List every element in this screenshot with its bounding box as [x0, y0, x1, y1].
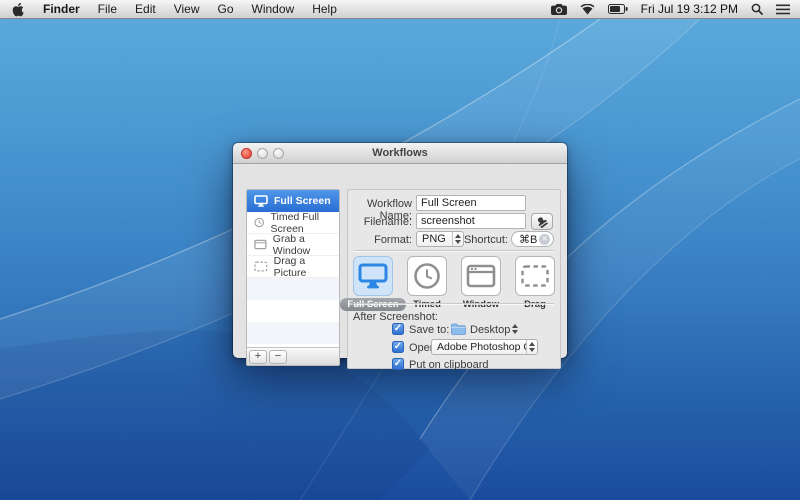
menu-edit[interactable]: Edit — [126, 0, 165, 18]
workflow-list-empty-rows — [247, 278, 339, 347]
mode-label: Full Screen — [340, 298, 405, 311]
window-title-bar[interactable]: Workflows — [233, 143, 567, 164]
wifi-menu-icon[interactable] — [580, 4, 595, 15]
section-divider — [354, 250, 554, 251]
stamp-icon — [536, 216, 548, 228]
open-in-popup[interactable]: Adobe Photoshop CS5 — [431, 339, 538, 355]
sidebar-item-label: Grab a Window — [273, 233, 339, 257]
sidebar-item-drag-a-picture[interactable]: Drag a Picture — [247, 256, 339, 278]
menu-finder[interactable]: Finder — [34, 0, 89, 18]
apple-menu[interactable] — [0, 0, 34, 18]
display-icon — [254, 195, 268, 207]
popup-stepper-icon — [526, 340, 537, 354]
save-to-stepper-icon[interactable] — [512, 324, 518, 334]
mode-label: Timed — [413, 299, 441, 310]
folder-icon — [451, 323, 466, 335]
sidebar-item-label: Drag a Picture — [274, 255, 339, 279]
mode-label: Window — [463, 299, 499, 310]
clipboard-label: Put on clipboard — [409, 359, 489, 371]
camera-menu-icon[interactable] — [551, 4, 567, 15]
menu-window[interactable]: Window — [243, 0, 304, 18]
shortcut-value: ⌘B — [519, 233, 537, 246]
format-value: PNG — [417, 233, 452, 245]
shortcut-label: Shortcut: — [462, 234, 508, 246]
menu-bar-clock[interactable]: Fri Jul 19 3:12 PM — [641, 2, 738, 16]
section-divider — [354, 303, 554, 304]
window-icon — [254, 239, 267, 250]
menu-help[interactable]: Help — [303, 0, 346, 18]
sidebar-item-timed-full-screen[interactable]: Timed Full Screen — [247, 212, 339, 234]
filename-label: Filename: — [348, 216, 412, 228]
format-label: Format: — [348, 234, 412, 246]
menu-view[interactable]: View — [165, 0, 209, 18]
save-to-value[interactable]: Desktop — [470, 324, 510, 336]
clock-icon — [413, 262, 441, 290]
save-to-label: Save to: — [409, 324, 449, 336]
open-in-value: Adobe Photoshop CS5 — [432, 341, 526, 353]
workflow-list: Full Screen Timed Full Screen Grab a Win… — [246, 189, 340, 366]
workflow-detail-panel: Workflow Name: Filename: Format: PNG Sho… — [347, 189, 561, 369]
spotlight-search-icon[interactable] — [751, 3, 763, 15]
notification-center-icon[interactable] — [776, 4, 790, 15]
sidebar-item-grab-a-window[interactable]: Grab a Window — [247, 234, 339, 256]
battery-menu-icon[interactable] — [608, 4, 628, 14]
shortcut-field[interactable]: ⌘B ✕ — [511, 231, 554, 247]
window-icon — [466, 264, 496, 288]
open-in-checkbox[interactable]: ✓ — [392, 341, 404, 353]
remove-workflow-button[interactable]: − — [269, 350, 287, 364]
apple-logo-icon — [11, 2, 24, 17]
filename-input[interactable] — [416, 213, 526, 229]
workflow-list-toolbar: + − — [247, 347, 339, 365]
window-title: Workflows — [233, 143, 567, 163]
save-to-checkbox[interactable]: ✓ — [392, 323, 404, 335]
clear-shortcut-icon[interactable]: ✕ — [539, 234, 550, 245]
menu-go[interactable]: Go — [209, 0, 243, 18]
menu-file[interactable]: File — [89, 0, 126, 18]
format-popup[interactable]: PNG — [416, 231, 464, 247]
menu-bar: Finder File Edit View Go Window Help — [0, 0, 800, 19]
mode-label: Drag — [524, 299, 546, 310]
window-content: Full Screen Timed Full Screen Grab a Win… — [233, 164, 567, 358]
filename-token-button[interactable] — [531, 213, 553, 230]
add-workflow-button[interactable]: + — [249, 350, 267, 364]
sidebar-item-label: Timed Full Screen — [271, 211, 340, 235]
after-screenshot-title: After Screenshot: — [353, 311, 438, 323]
drag-icon — [254, 261, 268, 272]
sidebar-item-label: Full Screen — [274, 195, 331, 207]
clock-icon — [254, 216, 265, 229]
display-icon — [358, 263, 388, 289]
workflow-name-input[interactable] — [416, 195, 526, 211]
clipboard-checkbox[interactable]: ✓ — [392, 358, 404, 370]
drag-icon — [520, 264, 550, 288]
workflows-window: Workflows Full Screen Timed Full Screen — [233, 143, 567, 358]
sidebar-item-full-screen[interactable]: Full Screen — [247, 190, 339, 212]
